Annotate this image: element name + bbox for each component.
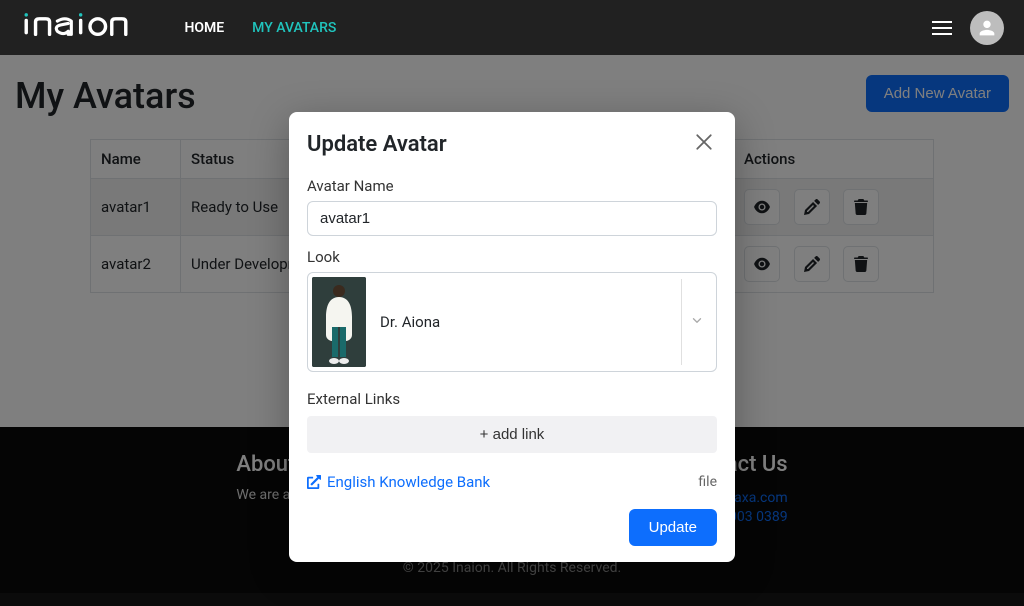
add-link-button[interactable]: + add link [307,416,717,453]
look-dropdown[interactable]: Dr. Aiona [307,272,717,372]
logo[interactable] [20,11,144,44]
chevron-down-icon [690,313,704,332]
close-icon [695,133,713,151]
knowledge-bank-row: English Knowledge Bank file [307,473,717,491]
hamburger-menu-icon[interactable] [932,21,952,35]
main-nav: HOME MY AVATARS [184,20,336,36]
avatar-name-input[interactable] [307,201,717,236]
look-thumbnail [312,277,366,367]
update-button[interactable]: Update [629,509,717,546]
nav-my-avatars[interactable]: MY AVATARS [252,20,336,36]
external-link-icon [307,475,321,489]
close-button[interactable] [691,127,717,161]
look-label: Look [307,248,717,266]
external-links-label: External Links [307,390,717,408]
modal-title: Update Avatar [307,132,447,157]
knowledge-bank-link[interactable]: English Knowledge Bank [307,473,490,491]
kb-file-hint: file [698,474,717,490]
avatar-name-label: Avatar Name [307,177,717,195]
nav-home[interactable]: HOME [184,20,224,36]
look-selected-name: Dr. Aiona [380,313,440,331]
user-avatar[interactable] [970,11,1004,45]
update-avatar-modal: Update Avatar Avatar Name Look Dr. Aiona [289,112,735,562]
top-header: HOME MY AVATARS [0,0,1024,55]
